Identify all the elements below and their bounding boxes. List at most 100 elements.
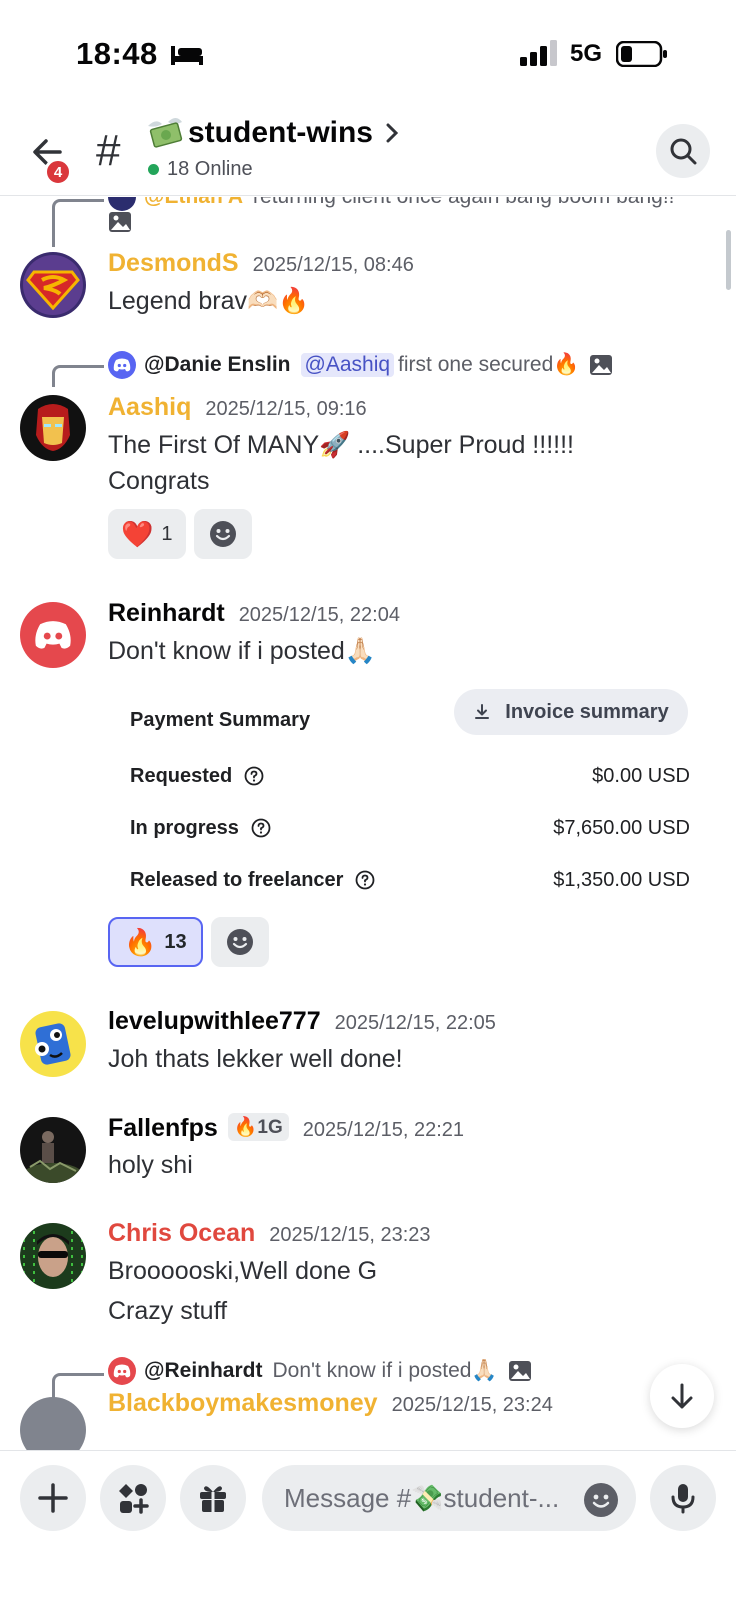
reaction-fire[interactable]: 🔥 13 [108, 917, 203, 967]
reply-author: @Danie Enslin [144, 353, 291, 376]
smiley-add-icon [226, 929, 253, 955]
timestamp: 2025/12/15, 22:05 [334, 1012, 496, 1034]
payment-row-value: $0.00 USD [592, 764, 690, 787]
avatar[interactable] [20, 252, 86, 318]
message-list[interactable]: @Ethan A returning client once again ban… [0, 197, 736, 1450]
network-type: 5G [570, 40, 603, 67]
reply-author: @Reinhardt [144, 1359, 263, 1382]
message-header: Chris Ocean 2025/12/15, 23:23 [108, 1219, 431, 1248]
help-circle-icon[interactable] [251, 818, 271, 838]
reply-avatar [108, 351, 136, 379]
message-header: Blackboymakesmoney 2025/12/15, 23:24 [108, 1389, 553, 1418]
scrollbar[interactable] [726, 230, 731, 290]
channel-hash-icon: # [96, 126, 121, 175]
image-attachment-icon [508, 1361, 531, 1381]
reply-preview[interactable]: @Danie Enslin @Aashiq first one secured🔥 [108, 351, 613, 379]
avatar[interactable] [20, 602, 86, 668]
username[interactable]: Reinhardt [108, 599, 225, 627]
payment-row-value: $7,650.00 USD [553, 816, 690, 839]
add-reaction-button[interactable] [193, 509, 252, 559]
avatar[interactable] [20, 1011, 86, 1077]
username[interactable]: Fallenfps [108, 1114, 218, 1142]
timestamp: 2025/12/15, 23:24 [391, 1394, 553, 1416]
iron-man-avatar-image [20, 395, 86, 461]
timestamp: 2025/12/15, 09:16 [205, 398, 367, 420]
reply-avatar [108, 197, 136, 211]
cellular-signal-icon [520, 40, 557, 66]
online-status-dot [148, 164, 159, 175]
payment-row-value: $1,350.00 USD [553, 868, 690, 891]
channel-name: student-wins [188, 116, 373, 149]
invoice-summary-button[interactable]: Invoice summary [454, 689, 688, 735]
username[interactable]: Chris Ocean [108, 1219, 255, 1247]
reaction-emoji: ❤️ [121, 518, 154, 549]
status-bar: 18:48 5G [0, 0, 736, 110]
reply-avatar [108, 1357, 136, 1385]
channel-header: 4 # student-wins 18 Online [0, 110, 736, 196]
message-text-line2: Congrats [108, 467, 210, 495]
message-input[interactable]: Message #💸student-... [262, 1465, 636, 1531]
payment-row-label: Requested [130, 764, 233, 787]
timestamp: 2025/12/15, 22:04 [238, 604, 400, 626]
download-icon [475, 704, 490, 719]
timestamp: 2025/12/15, 22:21 [302, 1119, 465, 1141]
image-attachment-icon [109, 212, 131, 232]
photo-avatar-image [20, 1117, 86, 1183]
reply-text: first one secured🔥 [398, 353, 580, 376]
message-text: The First Of MANY🚀 ....Super Proud !!!!!… [108, 431, 574, 459]
image-attachment-icon [590, 355, 613, 375]
timestamp: 2025/12/15, 08:46 [252, 254, 414, 276]
reply-text: Don't know if i posted🙏🏻 [272, 1359, 498, 1382]
avatar[interactable] [20, 1117, 86, 1183]
reply-mention[interactable]: @Aashiq [300, 353, 395, 377]
jump-to-bottom-button[interactable] [650, 1364, 714, 1428]
message-input-placeholder: Message #💸student-... [284, 1482, 560, 1513]
avatar[interactable] [20, 1223, 86, 1289]
gift-button[interactable] [180, 1465, 246, 1531]
reaction-bar: 🔥 13 [108, 917, 269, 967]
payment-row-label: Released to freelancer [130, 868, 344, 891]
superman-avatar-image [20, 252, 86, 318]
help-circle-icon[interactable] [244, 766, 264, 786]
reply-author: @Ethan A [144, 197, 243, 209]
role-badge[interactable]: 🔥1G [227, 1113, 289, 1141]
invoice-summary-label: Invoice summary [505, 700, 669, 723]
reaction-emoji: 🔥 [124, 926, 157, 957]
add-attachment-button[interactable] [20, 1465, 86, 1531]
notification-badge: 4 [44, 158, 72, 186]
reaction-bar: ❤️ 1 [108, 509, 252, 559]
channel-title[interactable]: student-wins [146, 116, 399, 150]
smiley-icon [592, 1494, 610, 1508]
reaction-count: 13 [164, 930, 187, 953]
username[interactable]: Blackboymakesmoney [108, 1389, 378, 1417]
message-text: holy shi [108, 1151, 193, 1179]
chevron-right-icon [386, 123, 399, 143]
username[interactable]: Aashiq [108, 393, 191, 421]
help-circle-icon[interactable] [355, 870, 375, 890]
apps-icon [119, 1484, 149, 1514]
reaction-heart[interactable]: ❤️ 1 [108, 509, 186, 559]
online-count: 18 Online [148, 158, 253, 181]
add-reaction-button[interactable] [210, 917, 269, 967]
payment-row-label: In progress [130, 816, 239, 839]
username[interactable]: levelupwithlee777 [108, 1007, 321, 1035]
timestamp: 2025/12/15, 23:23 [269, 1224, 431, 1246]
message-header: levelupwithlee777 2025/12/15, 22:05 [108, 1007, 496, 1036]
apps-button[interactable] [100, 1465, 166, 1531]
search-button[interactable] [656, 124, 710, 178]
online-count-text: 18 Online [167, 158, 253, 180]
reply-preview[interactable]: @Ethan A returning client once again ban… [108, 197, 675, 211]
message-header: Reinhardt 2025/12/15, 22:04 [108, 599, 400, 628]
message-text: Broooooski,Well done G [108, 1257, 378, 1285]
microphone-icon [671, 1484, 695, 1514]
emoji-picker-icon[interactable] [584, 1483, 618, 1517]
gift-icon [200, 1486, 226, 1512]
message-text: Legend brav🫶🏻🔥 [108, 287, 310, 315]
username[interactable]: DesmondS [108, 249, 239, 277]
message-header: Fallenfps 🔥1G 2025/12/15, 22:21 [108, 1113, 464, 1143]
reply-preview[interactable]: @Reinhardt Don't know if i posted🙏🏻 [108, 1357, 532, 1385]
voice-message-button[interactable] [650, 1465, 716, 1531]
arrow-down-icon [671, 1383, 693, 1409]
discord-logo-icon [113, 358, 131, 372]
avatar[interactable] [20, 395, 86, 461]
